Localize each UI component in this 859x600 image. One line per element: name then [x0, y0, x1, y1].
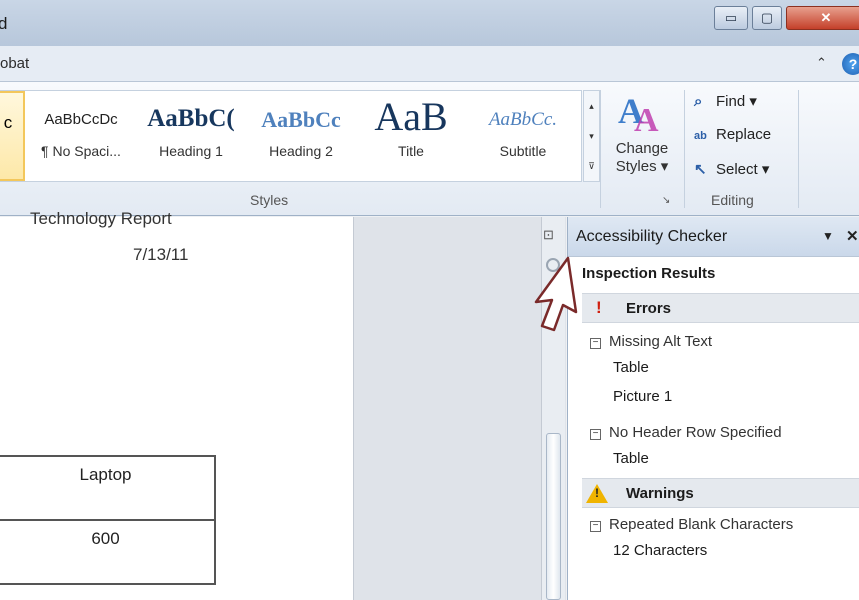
- style-label: Title: [398, 143, 424, 159]
- group-divider: [684, 90, 685, 208]
- issue-missing-alt-text[interactable]: − Missing Alt Text: [590, 333, 712, 350]
- collapse-icon[interactable]: −: [590, 338, 601, 349]
- gallery-scrollbar[interactable]: ▴ ▾ ⊽: [583, 90, 600, 182]
- document-heading: Technology Report: [30, 209, 172, 228]
- chevron-down-icon[interactable]: ▾: [584, 121, 599, 151]
- view-ruler-icon[interactable]: ⊡: [543, 227, 561, 243]
- minimize-ribbon-icon[interactable]: ⌃: [816, 55, 827, 71]
- change-styles-button[interactable]: AA Change Styles ▾: [604, 90, 680, 190]
- issue-title: Missing Alt Text: [609, 333, 713, 350]
- issue-item-table[interactable]: Table: [613, 450, 649, 467]
- inspection-results-heading: Inspection Results: [582, 265, 716, 282]
- table-row: 600: [0, 519, 216, 585]
- style-no-spacing[interactable]: AaBbCcDc ¶ No Spaci...: [29, 91, 133, 181]
- select-label: Select ▾: [716, 161, 770, 178]
- issue-no-header-row[interactable]: − No Header Row Specified: [590, 424, 782, 441]
- pane-menu-dropdown-icon[interactable]: ▼: [822, 229, 834, 243]
- maximize-button[interactable]: ▢: [752, 6, 782, 30]
- change-styles-label-2: Styles ▾: [615, 158, 669, 175]
- pane-title-bar: Accessibility Checker ▼ ✕: [568, 217, 859, 257]
- document-table[interactable]: Laptop 600: [0, 455, 216, 585]
- styles-group-label: Styles: [250, 192, 289, 208]
- find-label: Find ▾: [716, 93, 757, 110]
- select-button[interactable]: ↖ Select ▾: [694, 160, 769, 178]
- style-preview: AaBbC(: [147, 105, 235, 132]
- style-preview: AaBbCc.: [488, 109, 558, 130]
- warnings-label: Warnings: [626, 485, 694, 502]
- document-page[interactable]: Technology Report 7/13/11 Laptop 600: [0, 209, 354, 600]
- editing-group-label: Editing: [711, 192, 754, 208]
- table-cell[interactable]: Laptop: [0, 455, 216, 521]
- issue-title: No Header Row Specified: [609, 424, 782, 441]
- pane-close-icon[interactable]: ✕: [846, 227, 859, 245]
- ribbon: c AaBbCcDc ¶ No Spaci... AaBbC( Heading …: [0, 82, 859, 216]
- more-styles-icon[interactable]: ⊽: [584, 151, 599, 181]
- document-area: Technology Report 7/13/11 Laptop 600: [0, 209, 566, 600]
- style-preview: AaBbCc: [261, 107, 341, 132]
- group-divider: [600, 90, 601, 208]
- collapse-icon[interactable]: −: [590, 429, 601, 440]
- styles-gallery: c AaBbCcDc ¶ No Spaci... AaBbC( Heading …: [0, 90, 582, 182]
- warning-mark: !: [595, 486, 599, 500]
- tab-acrobat[interactable]: obat: [0, 55, 29, 72]
- style-subtitle[interactable]: AaBbCc. Subtitle: [469, 91, 577, 181]
- document-date: 7/13/11: [133, 245, 189, 264]
- style-title[interactable]: AaB Title: [361, 91, 461, 181]
- style-label: Subtitle: [499, 143, 547, 159]
- close-button[interactable]: ✕: [786, 6, 859, 30]
- style-heading-1[interactable]: AaBbC( Heading 1: [141, 91, 241, 181]
- warnings-section-header[interactable]: ! Warnings: [582, 478, 859, 508]
- table-row: Laptop: [0, 455, 216, 521]
- find-button[interactable]: ⌕ Find ▾: [694, 92, 757, 110]
- table-cell[interactable]: 600: [0, 519, 216, 585]
- style-preview: AaBbCcDc: [44, 111, 118, 128]
- issue-item-characters[interactable]: 12 Characters: [613, 542, 707, 559]
- ribbon-tabs: obat ⌃ ?: [0, 46, 859, 82]
- issue-item-picture[interactable]: Picture 1: [613, 388, 672, 405]
- errors-label: Errors: [626, 300, 672, 317]
- collapse-icon[interactable]: −: [590, 521, 601, 532]
- error-icon: !: [596, 298, 602, 317]
- style-heading-2[interactable]: AaBbCc Heading 2: [251, 91, 351, 181]
- replace-label: Replace: [716, 126, 772, 143]
- issue-title: Repeated Blank Characters: [609, 516, 794, 533]
- issue-item-table[interactable]: Table: [613, 359, 649, 376]
- mouse-pointer-icon: [534, 256, 578, 332]
- change-styles-icon: AA: [618, 91, 659, 139]
- styles-dialog-launcher-icon[interactable]: ↘: [662, 195, 670, 206]
- change-styles-label: Change: [615, 140, 669, 157]
- style-normal[interactable]: c: [0, 91, 25, 181]
- help-icon[interactable]: ?: [842, 53, 859, 75]
- style-preview: AaB: [374, 94, 448, 139]
- style-preview: c: [3, 113, 13, 132]
- errors-section-header[interactable]: ! Errors: [582, 293, 859, 323]
- accessibility-checker-pane: Accessibility Checker ▼ ✕ Inspection Res…: [567, 217, 859, 600]
- word-window: d ▭ ▢ ✕ obat ⌃ ? c AaBbCcDc ¶ No Spaci..…: [0, 0, 859, 600]
- replace-button[interactable]: ab Replace: [694, 126, 771, 143]
- chevron-up-icon[interactable]: ▴: [584, 91, 599, 121]
- window-title: d: [0, 14, 8, 33]
- style-label: ¶ No Spaci...: [41, 143, 121, 159]
- issue-repeated-blank-characters[interactable]: − Repeated Blank Characters: [590, 516, 793, 533]
- title-bar: d ▭ ▢ ✕: [0, 0, 859, 46]
- pane-title: Accessibility Checker: [576, 228, 728, 245]
- style-label: Heading 2: [269, 143, 333, 159]
- style-label: Heading 1: [159, 143, 223, 159]
- select-cursor-icon: ↖: [694, 161, 707, 178]
- replace-icon: ab: [694, 130, 707, 142]
- minimize-button[interactable]: ▭: [714, 6, 748, 30]
- scrollbar-thumb[interactable]: [546, 433, 561, 600]
- group-divider: [798, 90, 799, 208]
- binoculars-icon: ⌕: [694, 93, 703, 110]
